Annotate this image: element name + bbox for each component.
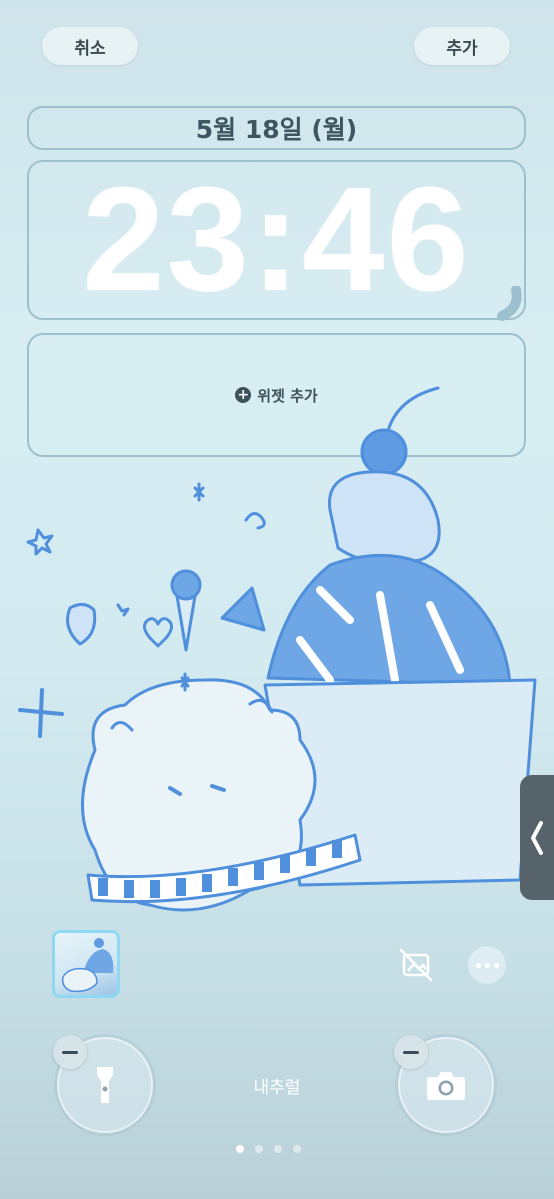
ellipsis-dot bbox=[484, 962, 490, 968]
cancel-button[interactable]: 취소 bbox=[42, 27, 138, 65]
flashlight-icon bbox=[97, 1067, 113, 1103]
remove-flashlight-button[interactable] bbox=[53, 1035, 87, 1069]
thumbnail-artwork bbox=[61, 938, 114, 993]
clock-widget[interactable]: 23:46 bbox=[27, 160, 526, 320]
page-dot[interactable] bbox=[236, 1145, 244, 1153]
page-dot[interactable] bbox=[293, 1145, 301, 1153]
page-dot[interactable] bbox=[255, 1145, 263, 1153]
date-widget[interactable]: 5월 18일 (월) bbox=[27, 106, 526, 150]
remove-camera-button[interactable] bbox=[394, 1035, 428, 1069]
page-dot[interactable] bbox=[274, 1145, 282, 1153]
wallpaper-illustration bbox=[18, 386, 537, 912]
wallpaper-thumbnail[interactable] bbox=[52, 930, 120, 998]
date-label: 5월 18일 (월) bbox=[195, 115, 358, 144]
add-button[interactable]: 추가 bbox=[414, 27, 510, 65]
side-panel-tab[interactable] bbox=[520, 775, 554, 900]
chevron-left-icon bbox=[531, 820, 543, 855]
photo-shuffle-off-icon[interactable] bbox=[397, 946, 435, 984]
wallpaper-style-label: 내추럴 bbox=[253, 1078, 301, 1098]
ellipsis-icon bbox=[475, 962, 481, 968]
clock-time: 23:46 bbox=[82, 157, 471, 322]
minus-icon bbox=[403, 1050, 419, 1054]
page-indicator[interactable] bbox=[236, 1145, 301, 1153]
camera-icon bbox=[427, 1072, 465, 1100]
minus-icon bbox=[62, 1050, 78, 1054]
ellipsis-dot bbox=[493, 962, 499, 968]
more-options-button[interactable] bbox=[468, 946, 506, 984]
clock-resize-handle[interactable] bbox=[494, 286, 528, 326]
